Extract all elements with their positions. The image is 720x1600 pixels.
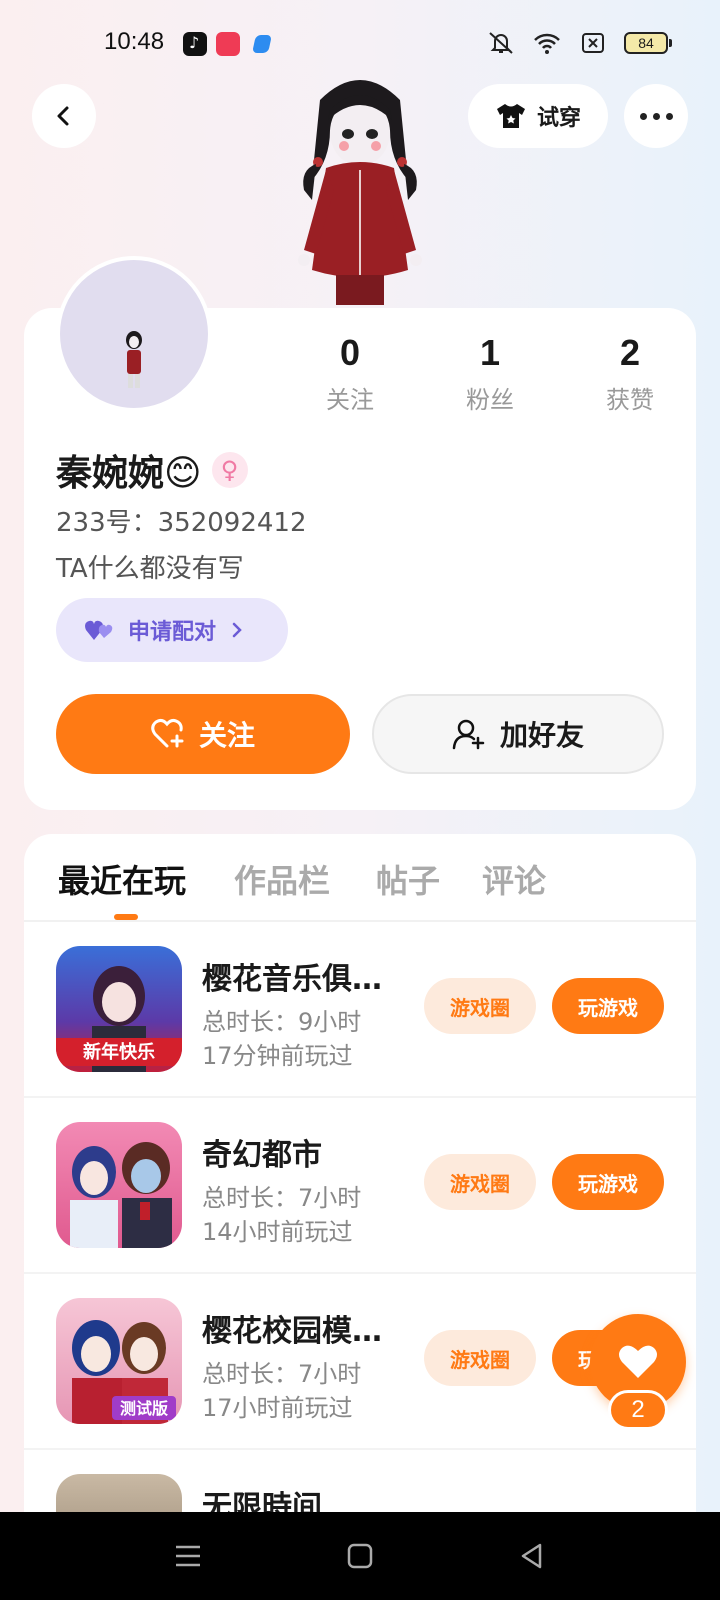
game-row[interactable]: 奇幻都市 总时长：7小时 14小时前玩过 游戏圈 玩游戏 — [24, 1098, 696, 1274]
app-icon-red — [216, 32, 240, 56]
profile-tabs: 最近在玩 作品栏 帖子 评论 — [24, 834, 696, 922]
play-game-button[interactable]: 玩游戏 — [552, 1154, 664, 1210]
stat-value: 0 — [339, 332, 361, 373]
avatar-character — [298, 80, 422, 305]
stat-likes[interactable]: 2 获赞 — [570, 332, 690, 415]
heart-icon — [619, 1345, 657, 1378]
game-circle-button[interactable]: 游戏圈 — [424, 1154, 536, 1210]
wifi-icon — [534, 33, 560, 54]
status-time: 10:48 — [104, 28, 165, 55]
game-name: 樱花音乐俱… — [202, 962, 382, 997]
tab-works[interactable]: 作品栏 — [234, 856, 330, 902]
back-button[interactable] — [32, 84, 96, 148]
stat-value: 1 — [479, 332, 501, 373]
tab-indicator — [114, 914, 138, 920]
game-name: 樱花校园模… — [202, 1314, 382, 1349]
username-row: 秦婉婉😊 ♀ — [56, 444, 248, 496]
stat-followers[interactable]: 1 粉丝 — [430, 332, 550, 415]
tab-posts[interactable]: 帖子 — [376, 856, 440, 902]
stat-following[interactable]: 0 关注 — [290, 332, 410, 415]
user-bio: TA什么都没有写 — [56, 554, 244, 584]
add-user-icon — [452, 719, 485, 750]
game-last-played: 14小时前玩过 — [202, 1218, 353, 1246]
game-duration: 总时长：7小时 — [202, 1360, 362, 1388]
add-friend-label: 加好友 — [499, 719, 584, 752]
follow-label: 关注 — [198, 719, 255, 752]
profile-stats: 0 关注 1 粉丝 2 获赞 — [290, 332, 690, 415]
game-circle-button[interactable]: 游戏圈 — [424, 1330, 536, 1386]
games-card: 最近在玩 作品栏 帖子 评论 新年快乐 樱花音乐俱… 总时长：9小时 17分钟前… — [24, 834, 696, 1600]
more-button[interactable] — [624, 84, 688, 148]
tiktok-icon — [183, 32, 207, 56]
user-id: 233号：352092412 — [56, 508, 307, 538]
try-on-button[interactable]: 试穿 — [468, 84, 608, 148]
home-icon[interactable] — [344, 1540, 376, 1572]
game-row[interactable]: 新年快乐 樱花音乐俱… 总时长：9小时 17分钟前玩过 游戏圈 玩游戏 — [24, 922, 696, 1098]
game-last-played: 17分钟前玩过 — [202, 1042, 353, 1070]
apply-pair-button[interactable]: 申请配对 — [56, 598, 288, 662]
tshirt-icon — [496, 104, 525, 128]
mute-icon — [489, 32, 513, 54]
game-duration: 总时长：9小时 — [202, 1008, 362, 1036]
game-duration: 总时长：7小时 — [202, 1184, 362, 1212]
heart-plus-icon — [151, 718, 184, 748]
app-icon-blue — [252, 35, 272, 53]
more-icon — [639, 112, 673, 120]
double-heart-icon — [85, 620, 113, 640]
back-triangle-icon[interactable] — [516, 1540, 548, 1572]
username: 秦婉婉😊 — [56, 453, 202, 494]
add-friend-button[interactable]: 加好友 — [372, 694, 664, 774]
game-last-played: 17小时前玩过 — [202, 1394, 353, 1422]
menu-icon[interactable] — [172, 1540, 204, 1572]
game-icon: 新年快乐 — [56, 946, 182, 1072]
game-circle-button[interactable]: 游戏圈 — [424, 978, 536, 1034]
stat-label: 粉丝 — [466, 386, 514, 414]
follow-button[interactable]: 关注 — [56, 694, 350, 774]
tab-comments[interactable]: 评论 — [482, 856, 546, 902]
tab-recent-play[interactable]: 最近在玩 — [58, 856, 186, 902]
avatar[interactable] — [56, 256, 212, 412]
try-on-label: 试穿 — [536, 106, 581, 131]
status-icons: 84 — [486, 30, 672, 56]
play-game-button[interactable]: 玩游戏 — [552, 978, 664, 1034]
stat-label: 获赞 — [606, 386, 654, 414]
svg-text:新年快乐: 新年快乐 — [83, 1041, 155, 1063]
game-name: 奇幻都市 — [202, 1138, 322, 1173]
game-icon: 测试版 — [56, 1298, 182, 1424]
stat-value: 2 — [619, 332, 641, 373]
avatar-figure — [126, 331, 142, 388]
chevron-left-icon — [57, 106, 69, 126]
system-nav-bar — [0, 1512, 720, 1600]
battery-icon: 84 — [624, 32, 672, 54]
chevron-right-icon — [232, 622, 242, 638]
game-icon — [56, 1122, 182, 1248]
svg-text:测试版: 测试版 — [120, 1399, 168, 1418]
sim-icon — [582, 33, 604, 53]
floating-like-count: 2 — [608, 1390, 668, 1430]
gender-female-icon: ♀ — [211, 452, 248, 488]
stat-label: 关注 — [326, 386, 374, 414]
apply-pair-label: 申请配对 — [128, 620, 217, 645]
